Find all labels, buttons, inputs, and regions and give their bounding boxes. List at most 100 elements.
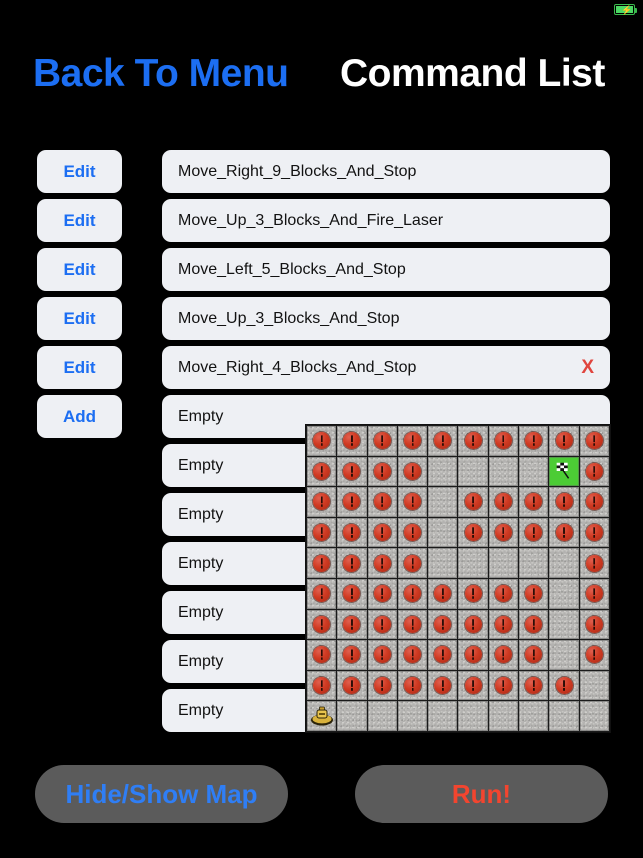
map-cell-mine[interactable]	[519, 670, 549, 701]
map-cell-mine[interactable]	[549, 487, 579, 517]
map-cell-mine[interactable]	[397, 426, 428, 456]
map-cell-mine[interactable]	[307, 517, 337, 548]
map-cell-empty[interactable]	[458, 701, 488, 731]
map-cell-mine[interactable]	[397, 548, 428, 578]
map-cell-empty[interactable]	[337, 701, 367, 731]
map-cell-mine[interactable]	[579, 426, 609, 456]
edit-button-4[interactable]: Edit	[37, 297, 122, 340]
map-cell-empty[interactable]	[549, 701, 579, 731]
map-cell-mine[interactable]	[458, 609, 488, 640]
map-cell-empty[interactable]	[549, 609, 579, 640]
map-cell-mine[interactable]	[549, 670, 579, 701]
edit-button-2[interactable]: Edit	[37, 199, 122, 242]
map-cell-mine[interactable]	[458, 670, 488, 701]
map-cell-mine[interactable]	[519, 487, 549, 517]
command-row[interactable]: Move_Left_5_Blocks_And_Stop	[162, 248, 610, 291]
map-cell-mine[interactable]	[579, 640, 609, 670]
map-cell-mine[interactable]	[307, 670, 337, 701]
command-row[interactable]: Move_Right_4_Blocks_And_Stop X	[162, 346, 610, 389]
map-cell-empty[interactable]	[458, 548, 488, 578]
map-cell-empty[interactable]	[579, 670, 609, 701]
map-cell-empty[interactable]	[488, 456, 519, 487]
map-cell-mine[interactable]	[367, 517, 397, 548]
map-cell-empty[interactable]	[579, 701, 609, 731]
map-cell-empty[interactable]	[367, 701, 397, 731]
map-cell-mine[interactable]	[458, 640, 488, 670]
map-cell-mine[interactable]	[397, 517, 428, 548]
map-cell-empty[interactable]	[428, 548, 458, 578]
map-cell-mine[interactable]	[367, 548, 397, 578]
map-cell-empty[interactable]	[519, 548, 549, 578]
map-cell-empty[interactable]	[428, 487, 458, 517]
map-cell-mine[interactable]	[579, 517, 609, 548]
map-cell-mine[interactable]	[458, 579, 488, 609]
map-cell-mine[interactable]	[397, 670, 428, 701]
map-cell-mine[interactable]	[458, 426, 488, 456]
map-cell-mine[interactable]	[488, 426, 519, 456]
map-cell-empty[interactable]	[549, 640, 579, 670]
run-button[interactable]: Run!	[355, 765, 608, 823]
map-cell-mine[interactable]	[488, 487, 519, 517]
map-cell-mine[interactable]	[337, 579, 367, 609]
map-cell-mine[interactable]	[549, 517, 579, 548]
map-cell-mine[interactable]	[337, 609, 367, 640]
edit-button-5[interactable]: Edit	[37, 346, 122, 389]
map-cell-mine[interactable]	[397, 487, 428, 517]
map-cell-empty[interactable]	[519, 701, 549, 731]
map-cell-mine[interactable]	[367, 426, 397, 456]
map-cell-mine[interactable]	[549, 426, 579, 456]
map-cell-mine[interactable]	[307, 640, 337, 670]
map-cell-empty[interactable]	[488, 548, 519, 578]
map-cell-mine[interactable]	[488, 640, 519, 670]
map-cell-player[interactable]	[307, 701, 337, 731]
map-cell-empty[interactable]	[458, 456, 488, 487]
map-cell-mine[interactable]	[397, 456, 428, 487]
add-button[interactable]: Add	[37, 395, 122, 438]
game-map-grid[interactable]	[305, 424, 611, 733]
map-cell-mine[interactable]	[307, 426, 337, 456]
map-cell-mine[interactable]	[307, 548, 337, 578]
map-cell-empty[interactable]	[428, 517, 458, 548]
command-row[interactable]: Move_Up_3_Blocks_And_Stop	[162, 297, 610, 340]
map-cell-mine[interactable]	[367, 609, 397, 640]
map-cell-mine[interactable]	[337, 426, 367, 456]
map-cell-empty[interactable]	[428, 456, 458, 487]
map-cell-mine[interactable]	[458, 487, 488, 517]
map-cell-empty[interactable]	[488, 701, 519, 731]
map-cell-mine[interactable]	[307, 609, 337, 640]
map-cell-mine[interactable]	[367, 456, 397, 487]
map-cell-mine[interactable]	[428, 426, 458, 456]
map-cell-mine[interactable]	[397, 609, 428, 640]
map-cell-empty[interactable]	[519, 456, 549, 487]
map-cell-mine[interactable]	[307, 456, 337, 487]
command-row[interactable]: Move_Up_3_Blocks_And_Fire_Laser	[162, 199, 610, 242]
map-cell-mine[interactable]	[367, 640, 397, 670]
map-cell-mine[interactable]	[519, 640, 549, 670]
map-cell-mine[interactable]	[579, 579, 609, 609]
map-cell-mine[interactable]	[519, 609, 549, 640]
command-row[interactable]: Move_Right_9_Blocks_And_Stop	[162, 150, 610, 193]
map-cell-empty[interactable]	[397, 701, 428, 731]
map-cell-mine[interactable]	[397, 640, 428, 670]
map-cell-mine[interactable]	[307, 579, 337, 609]
map-cell-mine[interactable]	[579, 548, 609, 578]
map-cell-goal[interactable]	[549, 456, 579, 487]
delete-command-icon[interactable]: X	[581, 357, 594, 379]
map-cell-empty[interactable]	[549, 548, 579, 578]
back-to-menu-button[interactable]: Back To Menu	[33, 52, 289, 96]
map-cell-mine[interactable]	[488, 579, 519, 609]
map-cell-mine[interactable]	[428, 640, 458, 670]
map-cell-mine[interactable]	[337, 456, 367, 487]
map-cell-mine[interactable]	[337, 487, 367, 517]
map-cell-mine[interactable]	[458, 517, 488, 548]
map-cell-mine[interactable]	[307, 487, 337, 517]
map-cell-mine[interactable]	[337, 670, 367, 701]
map-cell-mine[interactable]	[337, 640, 367, 670]
map-cell-mine[interactable]	[367, 670, 397, 701]
map-cell-mine[interactable]	[579, 487, 609, 517]
map-cell-mine[interactable]	[488, 609, 519, 640]
map-cell-empty[interactable]	[549, 579, 579, 609]
map-cell-mine[interactable]	[428, 609, 458, 640]
map-cell-mine[interactable]	[337, 517, 367, 548]
map-cell-mine[interactable]	[397, 579, 428, 609]
